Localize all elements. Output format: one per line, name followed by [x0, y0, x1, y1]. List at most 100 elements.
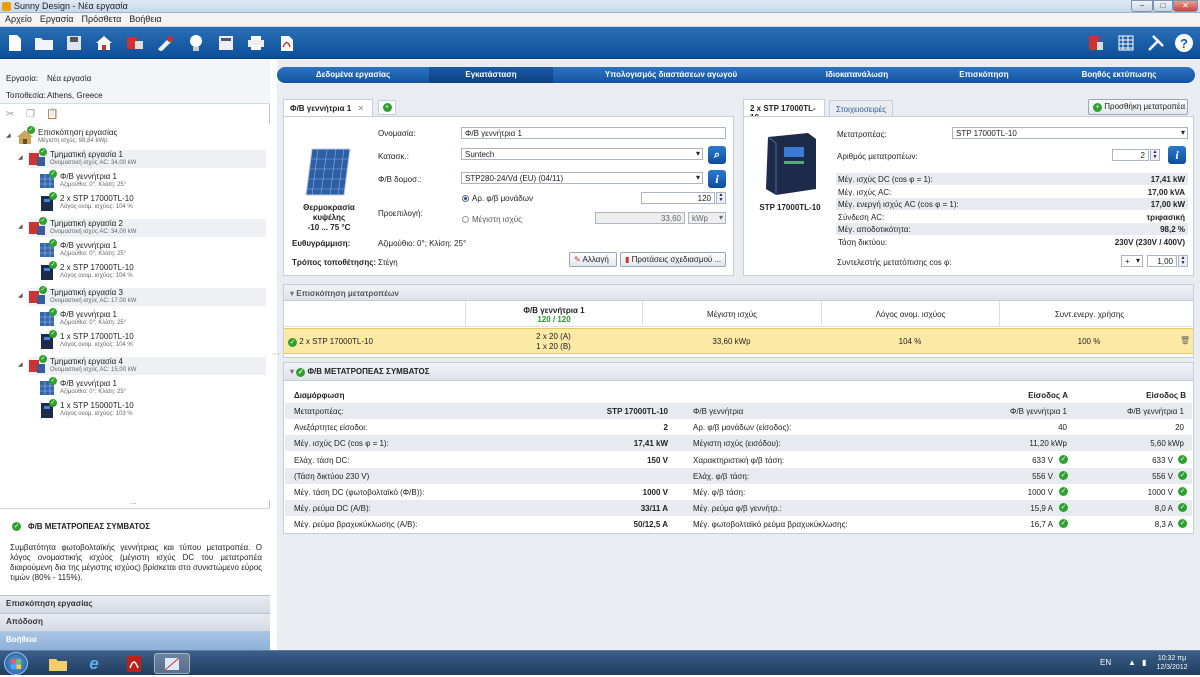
- accordion-help[interactable]: Βοήθεια: [0, 631, 270, 650]
- grid-icon[interactable]: [1115, 32, 1137, 54]
- cut-icon[interactable]: ✂: [6, 109, 14, 120]
- help-icon[interactable]: ?: [1173, 32, 1195, 54]
- splitter-handle[interactable]: ...: [130, 497, 137, 506]
- calculator-icon[interactable]: [215, 32, 237, 54]
- save-icon[interactable]: [63, 32, 85, 54]
- step-cable-sizing[interactable]: Υπολογισμός διαστάσεων αγωγού: [553, 67, 789, 83]
- cos-phi-sign-select[interactable]: +: [1121, 255, 1143, 267]
- minimize-button[interactable]: –: [1131, 0, 1153, 12]
- tree-item-pv-array[interactable]: ✓ Φ/Β γεννήτρια 1 Αζιμούθιο: 0°; Κλίση: 25…: [38, 377, 126, 397]
- open-folder-icon[interactable]: [33, 32, 55, 54]
- spec-row: Μέγ. ισχύς DC (cos φ = 1): 17,41 kW: [836, 173, 1188, 185]
- add-pv-array-button[interactable]: +: [378, 100, 396, 115]
- new-file-icon[interactable]: [4, 32, 26, 54]
- expand-icon[interactable]: ◢: [6, 132, 11, 139]
- menu-help[interactable]: Βοήθεια: [126, 13, 164, 25]
- title-bar: Sunny Design - Νέα εργασία – □ ✕: [0, 0, 1200, 13]
- compatibility-header[interactable]: ▾ ✓ Φ/Β ΜΕΤΑΤΡΟΠΕΑΣ ΣΥΜΒΑΤΟΣ: [284, 363, 1193, 381]
- cos-phi-stepper[interactable]: ▲ ▼: [1178, 255, 1188, 267]
- acrobat-icon[interactable]: [116, 653, 152, 674]
- project-header: Εργασία: Νέα εργασία Τοποθεσία: Athens, …: [0, 60, 270, 104]
- expand-icon[interactable]: ◢: [18, 361, 23, 368]
- tree-item-project-overview[interactable]: ✓ Επισκόπηση εργασίας Μέγιστη ισχύς: 98,84…: [6, 126, 117, 146]
- tab-close-icon[interactable]: ✕: [357, 104, 364, 113]
- tree-item-pv-array[interactable]: ✓ Φ/Β γεννήτρια 1 Αζιμούθιο: 0°; Κλίση: 25…: [38, 308, 126, 328]
- module-select[interactable]: STP280-24/Vd (EU) (04/11): [461, 172, 703, 184]
- add-inverter-button[interactable]: + Προσθήκη μετατροπέα: [1088, 99, 1188, 115]
- start-button[interactable]: [4, 652, 28, 675]
- power-unit-select[interactable]: kWp: [688, 212, 726, 224]
- inverter-select[interactable]: STP 17000TL-10: [952, 127, 1188, 139]
- tree-item-pv-array[interactable]: ✓ Φ/Β γεννήτρια 1 Αζιμούθιο: 0°; Κλίση: 25…: [38, 170, 126, 190]
- max-power-input[interactable]: 33,60: [595, 212, 685, 224]
- expand-icon[interactable]: ◢: [18, 292, 23, 299]
- cos-phi-input[interactable]: 1,00: [1147, 255, 1177, 267]
- tools-icon[interactable]: [154, 32, 176, 54]
- copy-icon[interactable]: ❐: [26, 109, 35, 120]
- tab-pv-array-1[interactable]: Φ/Β γεννήτρια 1 ✕: [283, 99, 373, 116]
- step-project-data[interactable]: Δεδομένα εργασίας: [277, 67, 429, 83]
- expand-icon[interactable]: ◢: [18, 154, 23, 161]
- inverter-count-input[interactable]: 2: [1112, 149, 1149, 161]
- tree-item-inverter[interactable]: ✓ 1 x STP 17000TL-10 Λόγος ονομ. ισχύος: 1…: [38, 330, 134, 350]
- tree-item-inverter[interactable]: ✓ 2 x STP 17000TL-10 Λόγος ονομ. ισχύος: 1…: [38, 192, 134, 212]
- check-icon: ✓: [49, 261, 57, 269]
- vertical-splitter[interactable]: ⋮: [271, 350, 280, 358]
- tree-item-subproject[interactable]: ✓ Τμηματική εργασία 3 Ονομαστική ισχύς AC:…: [18, 286, 266, 306]
- sunny-design-taskbar-icon[interactable]: [154, 653, 190, 674]
- close-button[interactable]: ✕: [1173, 0, 1198, 12]
- module-count-input[interactable]: 120: [641, 192, 715, 204]
- module-count-stepper[interactable]: ▲ ▼: [716, 192, 726, 204]
- home-icon[interactable]: [93, 32, 115, 54]
- menu-file[interactable]: Αρχείο: [2, 13, 35, 25]
- tab-inverter[interactable]: 2 x STP 17000TL-10: [743, 99, 825, 122]
- internet-explorer-icon[interactable]: e: [76, 653, 112, 674]
- change-button[interactable]: ✎ Αλλαγή: [569, 252, 617, 267]
- manufacturer-select[interactable]: Suntech: [461, 148, 703, 160]
- maximize-button[interactable]: □: [1153, 0, 1173, 12]
- settings-tools-icon[interactable]: [1145, 32, 1167, 54]
- inverter-info-icon[interactable]: i: [1168, 146, 1186, 164]
- tree-item-subproject[interactable]: ✓ Τμηματική εργασία 4 Ονομαστική ισχύς AC:…: [18, 355, 266, 375]
- inverter-overview-row[interactable]: ✓ 2 x STP 17000TL-10 2 x 20 (A) 1 x 20 (B…: [284, 328, 1193, 354]
- tree-item-inverter[interactable]: ✓ 2 x STP 17000TL-10 Λόγος ονομ. ισχύος: 1…: [38, 261, 134, 281]
- pdf-icon[interactable]: [276, 32, 298, 54]
- language-indicator[interactable]: EN: [1100, 658, 1111, 667]
- search-icon[interactable]: ⌕: [708, 146, 726, 164]
- accordion-project-overview[interactable]: Επισκόπηση εργασίας: [0, 595, 270, 613]
- clock[interactable]: 10:32 πμ 12/3/2012: [1152, 654, 1192, 672]
- check-icon: ✓: [39, 217, 47, 225]
- inverter-overview-header[interactable]: ▾ Επισκόπηση μετατροπέων: [284, 285, 1193, 301]
- design-suggestions-button[interactable]: ▮ Προτάσεις σχεδιασμού ...: [620, 252, 726, 267]
- explorer-icon[interactable]: [40, 653, 76, 674]
- tray-arrow-icon[interactable]: ▲: [1128, 658, 1136, 667]
- step-print-assistant[interactable]: Βοηθός εκτύπωσης: [1043, 67, 1195, 83]
- radio-max-power[interactable]: [462, 216, 469, 223]
- tab-strings[interactable]: Στοιχειοσειρές: [829, 100, 893, 117]
- radio-module-count[interactable]: [462, 195, 469, 202]
- inverter-warning-icon[interactable]: [1085, 32, 1107, 54]
- menu-project[interactable]: Εργασία: [37, 13, 77, 25]
- tree-item-subproject[interactable]: ✓ Τμηματική εργασία 1 Ονομαστική ισχύς AC:…: [18, 148, 266, 168]
- input-a-check-icon: ✓: [1059, 470, 1068, 480]
- accordion-yield[interactable]: Απόδοση: [0, 613, 270, 631]
- step-self-consumption[interactable]: Ιδιοκατανάλωση: [789, 67, 925, 83]
- print-icon[interactable]: [245, 32, 267, 54]
- inverter-count-stepper[interactable]: ▲ ▼: [1150, 149, 1160, 161]
- menu-extras[interactable]: Πρόσθετα: [78, 13, 124, 25]
- step-installation[interactable]: Εγκατάσταση: [429, 67, 553, 83]
- network-icon[interactable]: ▮: [1142, 658, 1146, 667]
- delete-row-icon[interactable]: 🗑: [1180, 336, 1190, 345]
- paste-icon[interactable]: 📋: [46, 109, 58, 120]
- inverter-add-icon[interactable]: [124, 32, 146, 54]
- compat-left-label: Μέγ. ρεύμα DC (A/B):: [294, 504, 371, 514]
- lightbulb-icon[interactable]: [185, 32, 207, 54]
- step-overview[interactable]: Επισκόπηση: [925, 67, 1043, 83]
- tree-item-subproject[interactable]: ✓ Τμηματική εργασία 2 Ονομαστική ισχύς AC:…: [18, 217, 266, 237]
- tree-item-pv-array[interactable]: ✓ Φ/Β γεννήτρια 1 Αζιμούθιο: 0°; Κλίση: 25…: [38, 239, 126, 259]
- tree-item-inverter[interactable]: ✓ 1 x STP 15000TL-10 Λόγος ονομ. ισχύος: 1…: [38, 399, 134, 419]
- input-a-check-icon: ✓: [1059, 454, 1068, 464]
- name-input[interactable]: Φ/Β γεννήτρια 1: [461, 127, 726, 139]
- module-info-icon[interactable]: i: [708, 170, 726, 188]
- expand-icon[interactable]: ◢: [18, 223, 23, 230]
